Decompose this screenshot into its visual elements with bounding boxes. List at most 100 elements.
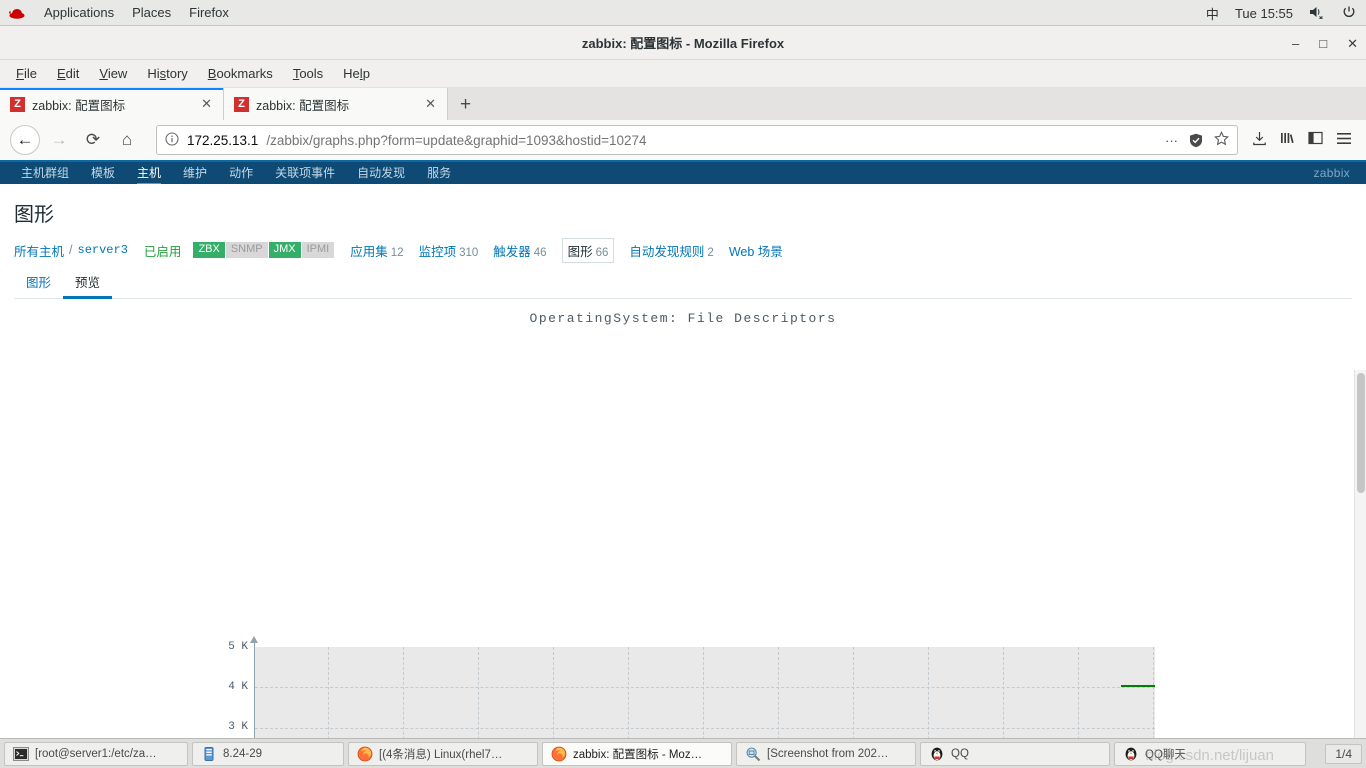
nav-item-correlation[interactable]: 关联项事件 bbox=[264, 161, 346, 185]
tab-preview[interactable]: 预览 bbox=[63, 266, 113, 299]
breadcrumb-web-scenarios-label[interactable]: Web 场景 bbox=[729, 245, 783, 259]
gnome-status-area: 中 Tue 15:55 bbox=[1206, 0, 1356, 26]
star-icon[interactable] bbox=[1213, 130, 1230, 149]
app-icon bbox=[201, 746, 217, 762]
page-scrollbar-thumb[interactable] bbox=[1357, 373, 1365, 493]
taskbar-item-screenshot[interactable]: [Screenshot from 202… bbox=[736, 741, 916, 766]
breadcrumb-graphs-count: 66 bbox=[595, 246, 609, 259]
menu-icon[interactable] bbox=[1336, 132, 1352, 149]
window-title: zabbix: 配置图标 - Mozilla Firefox bbox=[581, 36, 785, 51]
breadcrumb-separator: / bbox=[69, 243, 73, 257]
taskbar-item-firefox-zabbix[interactable]: zabbix: 配置图标 - Moz… bbox=[542, 741, 732, 766]
taskbar-item-firefox-csdn[interactable]: [(4条消息) Linux(rhel7… bbox=[348, 741, 538, 766]
y-tick-5k: 5 K bbox=[228, 641, 248, 653]
new-tab-button[interactable]: + bbox=[448, 90, 483, 120]
browser-toolbar-buttons bbox=[1252, 131, 1356, 150]
browser-tab-2-label: zabbix: 配置图标 bbox=[256, 98, 350, 113]
taskbar-item-qq[interactable]: QQ bbox=[920, 741, 1110, 766]
clock[interactable]: Tue 15:55 bbox=[1235, 6, 1293, 21]
reload-button-icon[interactable]: ⟳ bbox=[78, 125, 108, 155]
taskbar-item-terminal-label: [root@server1:/etc/za… bbox=[35, 747, 157, 760]
page-scrollbar[interactable] bbox=[1354, 370, 1366, 768]
breadcrumb-triggers[interactable]: 触发器 46 bbox=[493, 241, 546, 260]
back-button-icon[interactable]: ← bbox=[10, 125, 40, 155]
breadcrumb-triggers-label[interactable]: 触发器 bbox=[493, 245, 531, 259]
tab-graph[interactable]: 图形 bbox=[14, 266, 63, 298]
volume-muted-icon[interactable] bbox=[1309, 5, 1326, 22]
menu-help[interactable]: Help bbox=[335, 63, 378, 84]
badge-ipmi[interactable]: IPMI bbox=[301, 242, 335, 258]
nav-item-hosts[interactable]: 主机 bbox=[126, 161, 172, 186]
close-button[interactable]: ✕ bbox=[1347, 37, 1358, 50]
breadcrumb-discovery-rules[interactable]: 自动发现规则 2 bbox=[629, 241, 713, 260]
breadcrumb-web-scenarios[interactable]: Web 场景 bbox=[729, 241, 783, 260]
home-button-icon[interactable]: ⌂ bbox=[112, 125, 142, 155]
menu-tools[interactable]: Tools bbox=[285, 63, 331, 84]
breadcrumb-graphs: 图形 66 bbox=[561, 237, 615, 263]
qq-icon bbox=[929, 746, 945, 762]
url-bar[interactable]: 172.25.13.1/zabbix/graphs.php?form=updat… bbox=[156, 125, 1238, 155]
browser-tab-1[interactable]: Z zabbix: 配置图标 ✕ bbox=[0, 88, 224, 120]
maximize-button[interactable]: □ bbox=[1319, 37, 1327, 50]
redhat-logo-icon bbox=[8, 6, 26, 20]
form-tabs: 图形 预览 bbox=[14, 269, 1352, 299]
forward-button-icon[interactable]: → bbox=[44, 125, 74, 155]
badge-zbx[interactable]: ZBX bbox=[193, 242, 225, 258]
sidebar-icon[interactable] bbox=[1308, 131, 1323, 149]
nav-item-discovery[interactable]: 自动发现 bbox=[346, 161, 416, 185]
badge-snmp[interactable]: SNMP bbox=[225, 242, 268, 258]
breadcrumb-all-hosts[interactable]: 所有主机 bbox=[14, 241, 64, 260]
browser-tab-2[interactable]: Z zabbix: 配置图标 ✕ bbox=[224, 88, 448, 120]
taskbar-item-firefox-csdn-label: [(4条消息) Linux(rhel7… bbox=[379, 748, 503, 761]
gnome-places-menu[interactable]: Places bbox=[132, 5, 171, 20]
nav-item-services[interactable]: 服务 bbox=[416, 161, 462, 185]
nav-item-templates[interactable]: 模板 bbox=[80, 161, 126, 185]
gnome-top-bar: Applications Places Firefox 中 Tue 15:55 bbox=[0, 0, 1366, 26]
terminal-icon bbox=[13, 746, 29, 762]
menu-file[interactable]: File bbox=[8, 63, 45, 84]
url-host: 172.25.13.1 bbox=[187, 132, 259, 148]
nav-item-actions[interactable]: 动作 bbox=[218, 161, 264, 185]
nav-item-maintenance[interactable]: 维护 bbox=[172, 161, 218, 185]
gridline-4k bbox=[255, 687, 1155, 689]
gnome-applications-menu[interactable]: Applications bbox=[44, 5, 114, 20]
breadcrumb-triggers-count: 46 bbox=[533, 246, 547, 259]
power-icon[interactable] bbox=[1342, 5, 1356, 22]
breadcrumb-items[interactable]: 监控项 310 bbox=[419, 241, 479, 260]
download-icon[interactable] bbox=[1252, 131, 1267, 150]
taskbar-item-qq-chat-label: QQ聊天 bbox=[1145, 748, 1186, 761]
workspace-indicator[interactable]: 1/4 bbox=[1325, 743, 1362, 764]
badge-jmx[interactable]: JMX bbox=[268, 242, 301, 258]
library-icon[interactable] bbox=[1280, 131, 1295, 149]
taskbar-item-terminal[interactable]: [root@server1:/etc/za… bbox=[4, 741, 188, 766]
menu-view[interactable]: View bbox=[91, 63, 135, 84]
page-actions-icon[interactable]: ··· bbox=[1165, 133, 1178, 148]
menu-edit[interactable]: Edit bbox=[49, 63, 87, 84]
shield-icon[interactable] bbox=[1189, 133, 1203, 148]
taskbar: [root@server1:/etc/za… 8.24-29 [(4条消息) L… bbox=[0, 738, 1366, 768]
menu-history[interactable]: History bbox=[139, 63, 195, 84]
breadcrumb-discovery-rules-label[interactable]: 自动发现规则 bbox=[629, 245, 704, 259]
qq-icon bbox=[1123, 746, 1139, 762]
browser-tab-1-close-icon[interactable]: ✕ bbox=[198, 96, 215, 112]
info-circle-icon[interactable] bbox=[165, 131, 179, 149]
breadcrumb-graphs-label: 图形 bbox=[567, 244, 593, 259]
taskbar-item-app[interactable]: 8.24-29 bbox=[192, 741, 344, 766]
breadcrumb-applications[interactable]: 应用集 12 bbox=[350, 241, 403, 260]
taskbar-item-qq-chat[interactable]: QQ聊天 bbox=[1114, 741, 1306, 766]
breadcrumb-applications-label[interactable]: 应用集 bbox=[350, 245, 388, 259]
screenshot-icon bbox=[745, 746, 761, 762]
breadcrumb: 所有主机 / server3 已启用 ZBX SNMP JMX IPMI 应用集… bbox=[0, 237, 1366, 263]
breadcrumb-host[interactable]: server3 bbox=[78, 243, 128, 257]
menu-bookmarks[interactable]: Bookmarks bbox=[200, 63, 281, 84]
browser-titlebar: zabbix: 配置图标 - Mozilla Firefox – □ ✕ bbox=[0, 26, 1366, 60]
minimize-button[interactable]: – bbox=[1292, 37, 1299, 50]
input-method-indicator[interactable]: 中 bbox=[1206, 4, 1219, 23]
breadcrumb-items-label[interactable]: 监控项 bbox=[419, 245, 457, 259]
gnome-firefox-menu[interactable]: Firefox bbox=[189, 5, 229, 20]
browser-tab-2-close-icon[interactable]: ✕ bbox=[422, 96, 439, 112]
nav-item-hostgroups[interactable]: 主机群组 bbox=[10, 161, 80, 185]
host-status[interactable]: 已启用 bbox=[144, 241, 182, 260]
taskbar-item-qq-label: QQ bbox=[951, 747, 969, 760]
browser-tab-1-label: zabbix: 配置图标 bbox=[32, 98, 126, 113]
